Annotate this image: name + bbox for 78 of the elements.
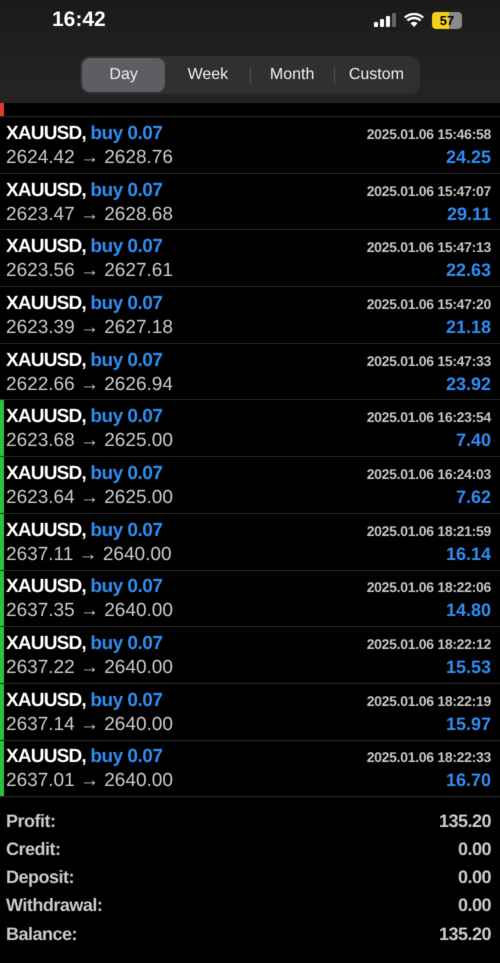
trade-symbol: XAUUSD, <box>6 122 86 144</box>
trade-symbol: XAUUSD, <box>6 633 86 654</box>
trade-profit: 16.14 <box>446 544 491 565</box>
trade-symbol: XAUUSD, <box>6 292 86 314</box>
trade-profit: 22.63 <box>446 260 491 282</box>
trade-time: 2025.01.06 15:46:58 <box>366 126 491 142</box>
summary-label: Profit: <box>6 810 56 832</box>
trade-order: buy 0.07 <box>90 690 162 711</box>
trade-prices: 2623.68 → 2625.00 <box>6 430 173 452</box>
summary-label: Withdrawal: <box>6 895 102 916</box>
trade-symbol: XAUUSD, <box>6 746 86 768</box>
trade-prices: 2637.01 → 2640.00 <box>6 770 173 792</box>
period-tab[interactable]: Month <box>250 58 334 92</box>
signal-icon <box>374 13 396 27</box>
summary-value: 0.00 <box>458 867 491 888</box>
trade-order: buy 0.07 <box>90 462 162 484</box>
summary-value: 135.20 <box>438 924 491 945</box>
summary-value: 0.00 <box>458 895 491 916</box>
summary-value: 0.00 <box>458 839 491 860</box>
trade-symbol: XAUUSD, <box>6 180 86 201</box>
period-tab[interactable]: Week <box>166 58 250 92</box>
trade-prices: 2637.14 → 2640.00 <box>6 714 173 736</box>
trade-prices: 2622.66 → 2626.94 <box>6 374 173 396</box>
trade-profit: 21.18 <box>446 316 491 338</box>
trade-symbol: XAUUSD, <box>6 406 86 428</box>
trade-prices: 2637.11 → 2640.00 <box>6 544 172 566</box>
trade-profit: 16.70 <box>446 770 491 792</box>
summary-label: Balance: <box>6 924 78 945</box>
period-tab[interactable]: Custom <box>334 58 418 92</box>
trade-prices: 2637.35 → 2640.00 <box>6 600 173 622</box>
trade-order: buy 0.07 <box>90 520 162 541</box>
trade-profit: 23.92 <box>446 374 491 395</box>
trade-profit: 7.40 <box>456 430 491 452</box>
trade-symbol: XAUUSD, <box>6 462 86 484</box>
trade-symbol: XAUUSD, <box>6 520 86 541</box>
trade-profit: 7.62 <box>456 486 491 508</box>
trade-order: buy 0.07 <box>90 406 162 428</box>
trade-order: buy 0.07 <box>90 180 162 201</box>
wifi-icon <box>404 13 424 27</box>
trade-time: 2025.01.06 16:23:54 <box>366 409 491 426</box>
trade-time: 2025.01.06 15:47:20 <box>366 296 491 312</box>
period-tab[interactable]: Day <box>82 58 166 92</box>
trade-time: 2025.01.06 18:22:33 <box>366 749 491 766</box>
trade-symbol: XAUUSD, <box>6 690 86 711</box>
trade-time: 2025.01.06 18:22:06 <box>366 579 491 596</box>
trade-time: 2025.01.06 15:47:07 <box>366 182 491 199</box>
trade-time: 2025.01.06 18:22:12 <box>366 636 491 652</box>
trade-prices: 2623.56 → 2627.61 <box>6 260 173 282</box>
trade-time: 2025.01.06 15:47:33 <box>366 352 491 369</box>
trade-profit: 29.11 <box>446 204 491 225</box>
trade-prices: 2623.39 → 2627.18 <box>6 316 173 339</box>
trade-order: buy 0.07 <box>90 633 162 654</box>
trade-order: buy 0.07 <box>90 746 162 768</box>
trade-order: buy 0.07 <box>90 292 162 314</box>
trade-prices: 2637.22 → 2640.00 <box>6 657 173 680</box>
trade-order: buy 0.07 <box>90 122 162 144</box>
trade-profit: 15.53 <box>446 657 491 678</box>
trade-prices: 2624.42 → 2628.76 <box>6 146 173 169</box>
trade-time: 2025.01.06 16:24:03 <box>366 466 491 482</box>
summary-label: Deposit: <box>6 867 74 888</box>
summary-label: Credit: <box>6 839 60 860</box>
trade-profit: 14.80 <box>446 600 491 622</box>
trade-order: buy 0.07 <box>90 236 162 258</box>
trade-time: 2025.01.06 18:22:19 <box>366 692 491 709</box>
trade-profit: 24.25 <box>446 146 491 168</box>
trade-symbol: XAUUSD, <box>6 350 86 371</box>
trade-time: 2025.01.06 15:47:13 <box>366 239 491 256</box>
clock-time: 16:42 <box>52 8 106 32</box>
trade-symbol: XAUUSD, <box>6 576 86 598</box>
trade-prices: 2623.64 → 2625.00 <box>6 486 173 509</box>
trade-symbol: XAUUSD, <box>6 236 86 258</box>
trade-prices: 2623.47 → 2628.68 <box>6 204 173 226</box>
trade-order: buy 0.07 <box>90 350 162 371</box>
trade-profit: 15.97 <box>446 714 491 735</box>
battery-icon: 57 <box>432 12 462 28</box>
trade-order: buy 0.07 <box>90 576 162 598</box>
summary-value: 135.20 <box>438 810 491 832</box>
trade-time: 2025.01.06 18:21:59 <box>366 522 491 539</box>
